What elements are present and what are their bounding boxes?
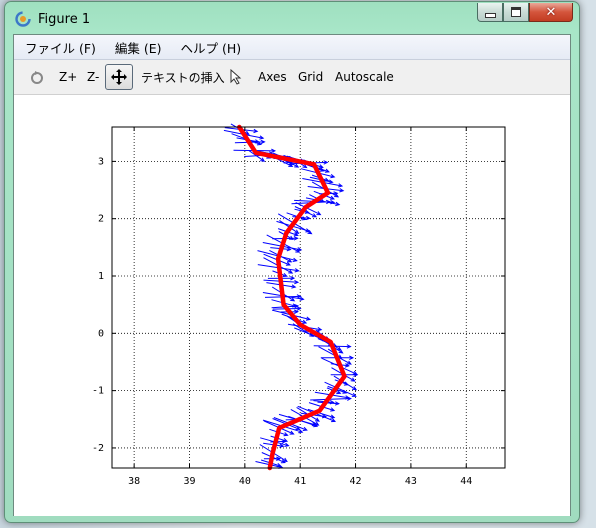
autoscale-button[interactable]: Autoscale	[335, 67, 394, 87]
zoom-in-label: Z+	[59, 70, 78, 84]
pan-button[interactable]	[105, 64, 133, 90]
insert-text-button[interactable]: テキストの挿入	[141, 67, 225, 87]
octave-app-icon	[15, 11, 31, 27]
figure-window: Figure 1 ✕ ファイル (F) 編集 (E) ヘルプ (H) Z+ Z-…	[4, 1, 580, 523]
menu-edit[interactable]: 編集 (E)	[107, 38, 170, 57]
close-button[interactable]: ✕	[529, 3, 573, 22]
select-button[interactable]	[229, 67, 243, 87]
x-tick-label: 43	[405, 476, 417, 487]
y-tick-label: -1	[92, 386, 104, 397]
rotate-button[interactable]	[29, 67, 45, 87]
toolbar: Z+ Z- テキストの挿入 Axes Grid Autoscale	[14, 60, 570, 95]
axes-button[interactable]: Axes	[258, 67, 287, 87]
maximize-button[interactable]	[503, 3, 529, 22]
zoom-in-button[interactable]: Z+	[59, 67, 77, 87]
grid-button[interactable]: Grid	[298, 67, 323, 87]
minimize-icon	[484, 12, 496, 18]
quiver-arrows	[223, 123, 359, 469]
x-tick-label: 44	[460, 476, 472, 487]
y-tick-label: 1	[98, 271, 104, 282]
grid-label: Grid	[298, 70, 324, 84]
window-controls: ✕	[477, 3, 573, 23]
zoom-out-button[interactable]: Z-	[87, 67, 99, 87]
x-tick-label: 42	[350, 476, 362, 487]
y-tick-label: 0	[98, 328, 104, 339]
insert-text-label: テキストの挿入	[141, 70, 225, 85]
pan-move-icon	[111, 69, 127, 85]
autoscale-label: Autoscale	[335, 70, 394, 84]
close-icon: ✕	[545, 4, 557, 20]
menu-file[interactable]: ファイル (F)	[17, 38, 104, 57]
figure-client-area: ファイル (F) 編集 (E) ヘルプ (H) Z+ Z- テキストの挿入 Ax…	[13, 34, 571, 516]
zoom-out-label: Z-	[87, 70, 100, 84]
maximize-icon	[511, 7, 521, 17]
menu-help[interactable]: ヘルプ (H)	[173, 38, 250, 57]
window-title: Figure 1	[38, 12, 91, 27]
chart-svg: 38 39 40 41 42 43 44 -2 -1 0 1 2 3	[92, 123, 506, 487]
rotate-icon	[31, 71, 43, 84]
minimize-button[interactable]	[477, 3, 503, 22]
plot-area: 38 39 40 41 42 43 44 -2 -1 0 1 2 3	[14, 95, 570, 516]
x-tick-label: 41	[294, 476, 306, 487]
menu-bar: ファイル (F) 編集 (E) ヘルプ (H)	[14, 35, 570, 60]
y-tick-label: 2	[98, 214, 104, 225]
x-tick-label: 40	[239, 476, 251, 487]
x-tick-label: 39	[183, 476, 195, 487]
x-tick-label: 38	[128, 476, 140, 487]
title-bar[interactable]: Figure 1 ✕	[5, 2, 579, 34]
y-tick-label: 3	[98, 156, 104, 167]
pointer-arrow-icon	[230, 69, 242, 85]
axes-label: Axes	[258, 70, 287, 84]
y-tick-label: -2	[92, 443, 104, 454]
